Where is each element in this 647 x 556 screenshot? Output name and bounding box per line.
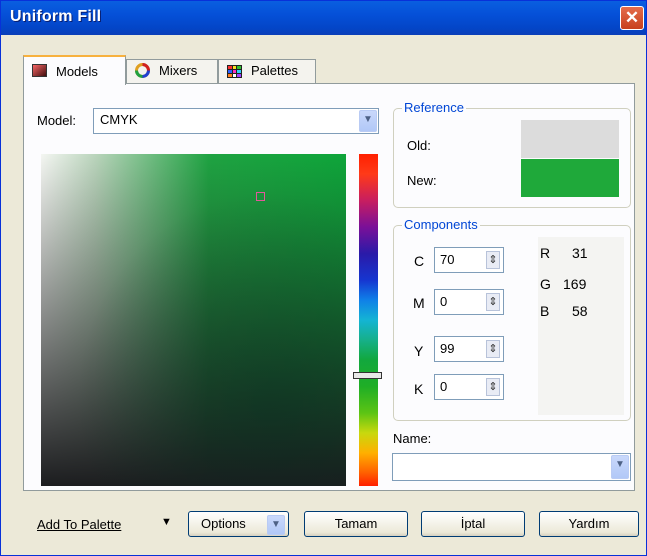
color-field-marker[interactable]	[256, 192, 265, 201]
chevron-down-icon: ▼	[359, 110, 377, 132]
add-to-palette-label[interactable]: Add To Palette	[37, 517, 121, 532]
magenta-input[interactable]: 0 ⇕	[434, 289, 504, 315]
yellow-input[interactable]: 99 ⇕	[434, 336, 504, 362]
cancel-label: İptal	[460, 516, 486, 531]
spinner-icon[interactable]: ⇕	[486, 293, 500, 311]
cyan-label: C	[414, 253, 425, 269]
magenta-value: 0	[440, 294, 448, 309]
new-color-label: New:	[407, 173, 437, 188]
green-value: 169	[563, 276, 587, 292]
red-label: R	[540, 245, 551, 261]
reference-title: Reference	[402, 100, 466, 115]
close-button[interactable]: ✕	[620, 6, 644, 30]
tab-mixers[interactable]: Mixers	[126, 59, 218, 83]
black-label: K	[414, 381, 424, 397]
hue-slider-handle[interactable]	[353, 372, 382, 379]
spinner-icon[interactable]: ⇕	[486, 378, 500, 396]
components-title: Components	[402, 217, 480, 232]
chevron-down-icon: ▼	[267, 515, 285, 535]
chevron-down-icon: ▼	[611, 455, 629, 479]
cyan-input[interactable]: 70 ⇕	[434, 247, 504, 273]
tab-palettes[interactable]: Palettes	[218, 59, 316, 83]
ok-label: Tamam	[334, 516, 378, 531]
title-bar: Uniform Fill ✕	[1, 1, 646, 35]
palettes-icon	[227, 65, 242, 78]
black-value: 0	[440, 379, 448, 394]
spinner-icon[interactable]: ⇕	[486, 251, 500, 269]
mixers-icon	[135, 63, 150, 78]
tab-models[interactable]: Models	[23, 55, 126, 85]
color-field[interactable]	[41, 154, 346, 486]
yellow-value: 99	[440, 341, 455, 356]
help-button[interactable]: Yardım	[539, 511, 639, 537]
magenta-label: M	[413, 295, 425, 311]
name-label: Name:	[393, 431, 432, 446]
cyan-value: 70	[440, 252, 455, 267]
model-label: Model:	[37, 113, 77, 128]
red-value: 31	[572, 245, 588, 261]
hue-slider[interactable]	[359, 154, 378, 486]
blue-value: 58	[572, 303, 588, 319]
cancel-button[interactable]: İptal	[421, 511, 525, 537]
model-select[interactable]: CMYK ▼	[93, 108, 379, 134]
add-to-palette-dropdown-icon[interactable]: ▼	[161, 516, 172, 528]
green-label: G	[540, 276, 551, 292]
models-icon	[32, 64, 47, 77]
options-label: Options	[201, 516, 246, 531]
old-color-swatch	[521, 120, 619, 158]
options-button[interactable]: Options ▼	[188, 511, 289, 537]
blue-label: B	[540, 303, 550, 319]
name-select[interactable]: ▼	[392, 453, 631, 481]
model-select-value: CMYK	[100, 112, 138, 127]
window-title: Uniform Fill	[10, 8, 102, 25]
tab-models-label: Models	[56, 64, 98, 79]
rgb-readout	[538, 237, 624, 415]
yellow-label: Y	[414, 343, 424, 359]
ok-button[interactable]: Tamam	[304, 511, 408, 537]
tab-mixers-label: Mixers	[159, 63, 198, 78]
new-color-swatch	[521, 159, 619, 197]
uniform-fill-dialog: Uniform Fill ✕ Models Mixers Palettes Mo…	[0, 0, 647, 556]
tab-palettes-label: Palettes	[251, 63, 298, 78]
close-icon: ✕	[624, 8, 640, 27]
black-input[interactable]: 0 ⇕	[434, 374, 504, 400]
help-label: Yardım	[568, 516, 610, 531]
old-color-label: Old:	[407, 138, 431, 153]
spinner-icon[interactable]: ⇕	[486, 340, 500, 358]
